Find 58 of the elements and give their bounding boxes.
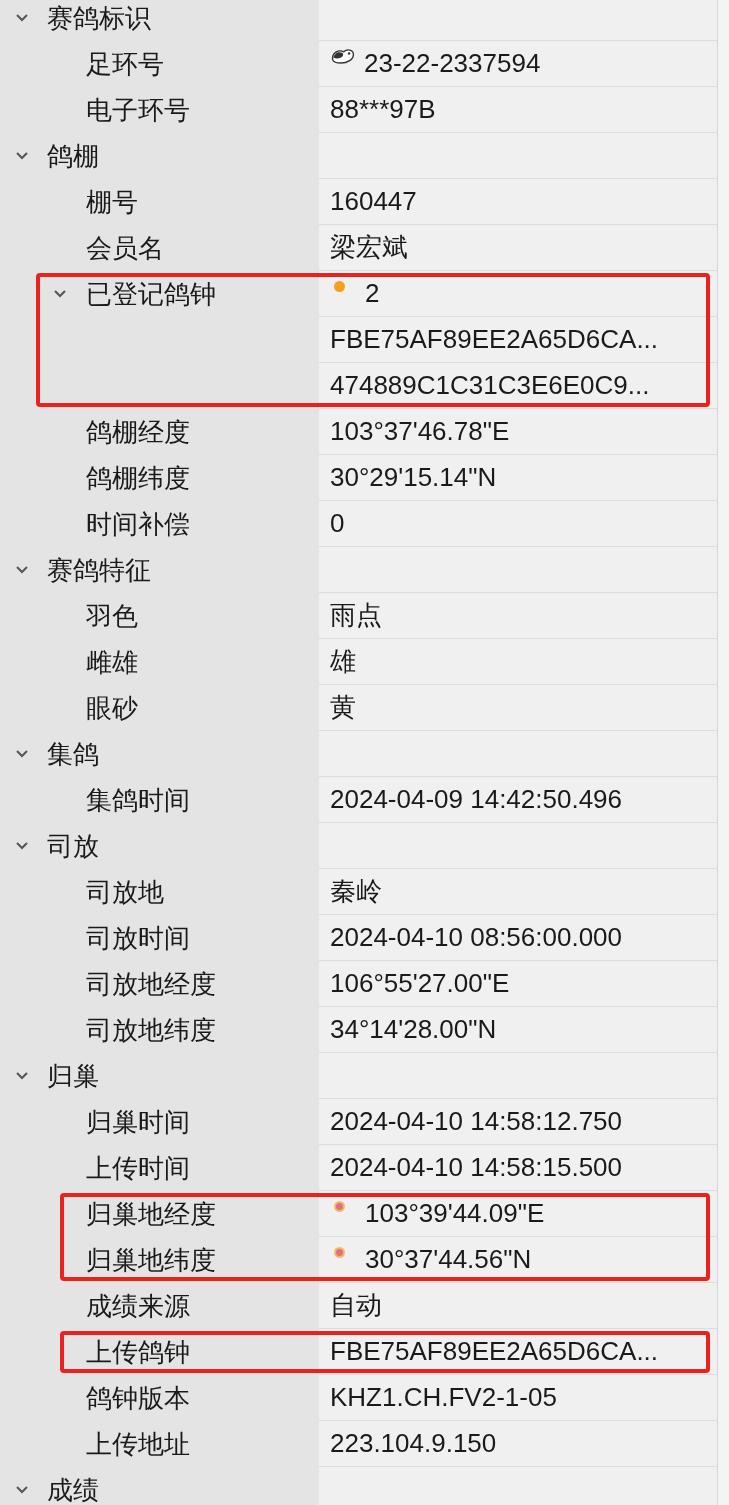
property-label: 上传鸽钟: [86, 1335, 190, 1369]
property-label: 归巢地纬度: [86, 1243, 216, 1277]
property-label: 归巢地经度: [86, 1197, 216, 1231]
property-value: 223.104.9.150: [330, 1428, 497, 1459]
property-label: 集鸽时间: [86, 783, 190, 817]
category-label: 成绩: [47, 1473, 99, 1505]
property-value: 2: [365, 278, 380, 309]
property-label: 鸽钟版本: [86, 1381, 190, 1415]
property-value: 30°29'15.14"N: [330, 462, 497, 493]
property-label: 司放地纬度: [86, 1013, 216, 1047]
property-label: 足环号: [86, 47, 164, 81]
property-value: FBE75AF89EE2A65D6CA...: [330, 1336, 659, 1367]
property-value: 474889C1C31C3E6E0C9...: [330, 370, 650, 401]
property-value: 2024-04-10 08:56:00.000: [330, 922, 623, 953]
property-label: 已登记鸽钟: [86, 277, 216, 311]
property-label: 上传地址: [86, 1427, 190, 1461]
property-label: 电子环号: [86, 93, 190, 127]
property-value: 34°14'28.00"N: [330, 1014, 497, 1045]
property-label: 司放地经度: [86, 967, 216, 1001]
property-value: 黄: [330, 691, 356, 724]
property-value: 0: [330, 508, 345, 539]
property-label: 归巢时间: [86, 1105, 190, 1139]
property-value: 2024-04-10 14:58:12.750: [330, 1106, 623, 1137]
property-label: 羽色: [86, 599, 138, 633]
property-label: 上传时间: [86, 1151, 190, 1185]
property-value: 2024-04-09 14:42:50.496: [330, 784, 623, 815]
property-label: 会员名: [86, 231, 164, 265]
property-label: 鸽棚纬度: [86, 461, 190, 495]
property-value: 30°37'44.56"N: [365, 1244, 532, 1275]
property-label: 棚号: [86, 185, 138, 219]
property-value: 秦岭: [330, 875, 382, 908]
category-label: 赛鸽标识: [47, 1, 151, 35]
property-label: 鸽棚经度: [86, 415, 190, 449]
property-value: 雨点: [330, 599, 382, 632]
property-value: 雄: [330, 645, 356, 678]
property-label: 司放时间: [86, 921, 190, 955]
property-value: 自动: [330, 1289, 382, 1322]
category-label: 归巢: [47, 1059, 99, 1093]
property-label: 时间补偿: [86, 507, 190, 541]
property-label: 雌雄: [86, 645, 138, 679]
property-value: 23-22-2337594: [364, 48, 541, 79]
property-label: 眼砂: [86, 691, 138, 725]
property-value: 160447: [330, 186, 417, 217]
property-label: 司放地: [86, 875, 164, 909]
property-value: 103°39'44.09"E: [365, 1198, 545, 1229]
category-label: 集鸽: [47, 737, 99, 771]
property-value: 88***97B: [330, 94, 436, 125]
property-value: 103°37'46.78"E: [330, 416, 510, 447]
scrollbar-track[interactable]: [718, 0, 729, 1505]
category-label: 鸽棚: [47, 139, 99, 173]
property-value: KHZ1.CH.FV2-1-05: [330, 1382, 557, 1413]
property-value: FBE75AF89EE2A65D6CA...: [330, 324, 659, 355]
category-label: 赛鸽特征: [47, 553, 151, 587]
property-value: 梁宏斌: [330, 231, 408, 264]
category-label: 司放: [47, 829, 99, 863]
property-value: 2024-04-10 14:58:15.500: [330, 1152, 623, 1183]
property-label: 成绩来源: [86, 1289, 190, 1323]
property-value: 106°55'27.00"E: [330, 968, 510, 999]
